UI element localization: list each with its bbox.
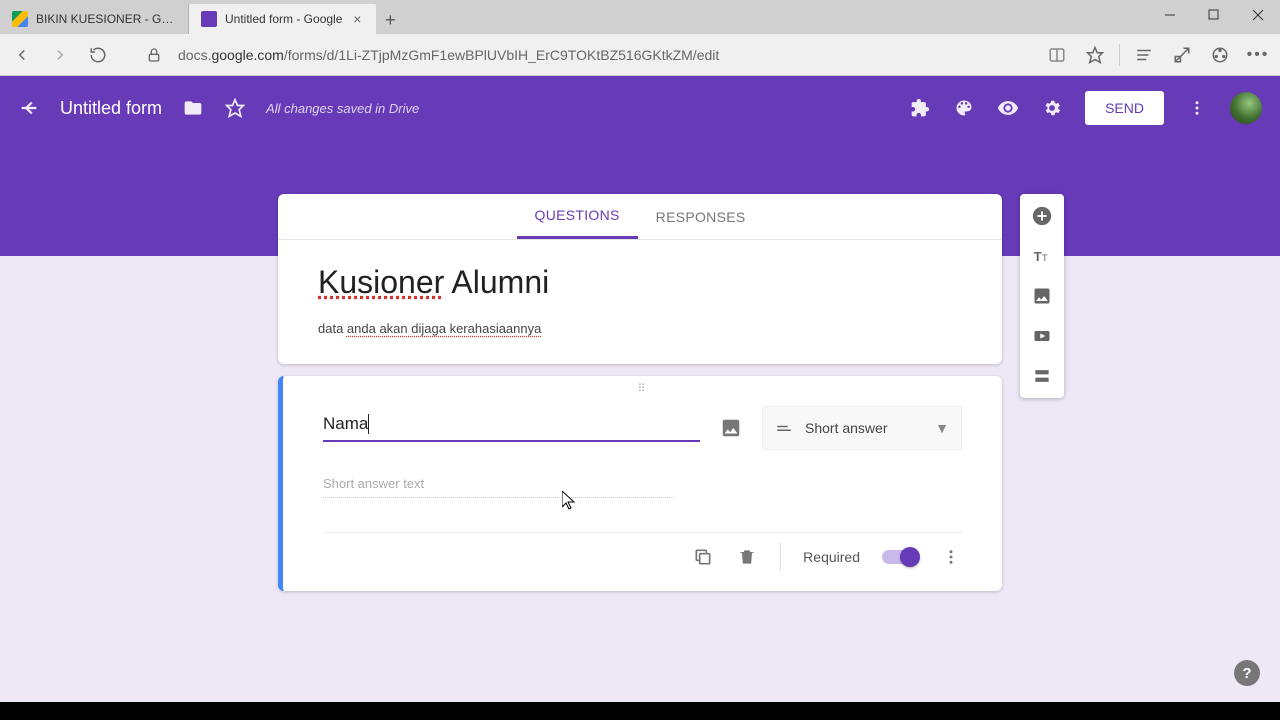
reading-view-icon[interactable] xyxy=(1043,41,1071,69)
question-footer: Required xyxy=(323,532,962,585)
url-field[interactable]: docs.google.com/forms/d/1Li-ZTjpMzGmF1ew… xyxy=(178,47,1033,63)
forms-app: Untitled form All changes saved in Drive… xyxy=(0,76,1280,702)
forms-icon xyxy=(201,11,217,27)
help-button[interactable]: ? xyxy=(1234,660,1260,686)
notes-icon[interactable] xyxy=(1168,41,1196,69)
url-prefix: docs. xyxy=(178,47,211,63)
browser-tab[interactable]: BIKIN KUESIONER - Google xyxy=(0,4,189,34)
star-icon[interactable] xyxy=(224,97,246,119)
account-avatar[interactable] xyxy=(1230,92,1262,124)
drive-icon xyxy=(12,11,28,27)
form-tabs: QUESTIONS RESPONSES xyxy=(278,194,1002,240)
tab-title: Untitled form - Google xyxy=(225,12,342,26)
nav-forward-button[interactable] xyxy=(46,41,74,69)
addons-icon[interactable] xyxy=(909,97,931,119)
svg-text:T: T xyxy=(1034,249,1042,264)
address-bar: docs.google.com/forms/d/1Li-ZTjpMzGmF1ew… xyxy=(0,34,1280,76)
question-title-input[interactable]: Nama xyxy=(323,414,700,443)
title-word: Alumni xyxy=(444,264,549,300)
required-toggle[interactable] xyxy=(882,550,918,564)
short-answer-icon xyxy=(775,419,793,437)
overflow-menu-icon[interactable] xyxy=(1186,97,1208,119)
save-status: All changes saved in Drive xyxy=(266,101,419,116)
url-host: google.com xyxy=(211,47,283,63)
forms-header: Untitled form All changes saved in Drive… xyxy=(0,76,1280,140)
browser-tab-strip: BIKIN KUESIONER - Google Untitled form -… xyxy=(0,0,1280,34)
hub-icon[interactable] xyxy=(1130,41,1158,69)
close-icon[interactable]: × xyxy=(350,12,364,26)
lock-icon[interactable] xyxy=(140,41,168,69)
duplicate-button[interactable] xyxy=(692,546,714,568)
favorite-icon[interactable] xyxy=(1081,41,1109,69)
answer-placeholder: Short answer text xyxy=(323,476,674,498)
add-section-button[interactable] xyxy=(1030,364,1054,388)
divider xyxy=(780,543,781,571)
more-icon[interactable]: ••• xyxy=(1244,41,1272,69)
add-title-button[interactable]: TT xyxy=(1030,244,1054,268)
required-label: Required xyxy=(803,549,860,565)
add-image-button[interactable] xyxy=(1030,284,1054,308)
tab-questions[interactable]: QUESTIONS xyxy=(517,194,638,239)
share-icon[interactable] xyxy=(1206,41,1234,69)
add-question-button[interactable] xyxy=(1030,204,1054,228)
close-window-button[interactable] xyxy=(1236,0,1280,30)
svg-text:T: T xyxy=(1042,253,1048,263)
form-header-card: QUESTIONS RESPONSES Kusioner Alumni data… xyxy=(278,194,1002,364)
question-type-label: Short answer xyxy=(805,420,887,436)
content-area: QUESTIONS RESPONSES Kusioner Alumni data… xyxy=(0,256,1280,702)
question-card[interactable]: ⠿ Nama Short answer ▼ xyxy=(278,376,1002,591)
browser-tab-active[interactable]: Untitled form - Google × xyxy=(189,4,376,34)
url-path: /forms/d/1Li-ZTjpMzGmF1ewBPlUVbIH_ErC9TO… xyxy=(284,47,719,63)
question-menu-icon[interactable] xyxy=(940,546,962,568)
reload-button[interactable] xyxy=(84,41,112,69)
title-word: Kusioner xyxy=(318,264,444,300)
add-video-button[interactable] xyxy=(1030,324,1054,348)
desc-text: data xyxy=(318,321,347,336)
theme-icon[interactable] xyxy=(953,97,975,119)
new-tab-button[interactable]: + xyxy=(376,6,404,34)
window-controls xyxy=(1148,0,1280,34)
preview-icon[interactable] xyxy=(997,97,1019,119)
floating-toolbar: TT xyxy=(1020,194,1064,398)
form-description-input[interactable]: data anda akan dijaga kerahasiaannya xyxy=(318,321,962,336)
send-button[interactable]: SEND xyxy=(1085,91,1164,125)
minimize-button[interactable] xyxy=(1148,0,1192,30)
back-to-docs-button[interactable] xyxy=(18,97,40,119)
question-type-select[interactable]: Short answer ▼ xyxy=(762,406,962,450)
desc-text: anda akan dijaga kerahasiaannya xyxy=(347,321,541,336)
drag-handle-icon[interactable]: ⠿ xyxy=(637,382,647,395)
tab-title: BIKIN KUESIONER - Google xyxy=(36,12,176,26)
text-caret xyxy=(368,414,369,434)
form-title-input[interactable]: Kusioner Alumni xyxy=(318,264,962,301)
move-to-folder-icon[interactable] xyxy=(182,97,204,119)
tab-responses[interactable]: RESPONSES xyxy=(638,194,764,239)
nav-back-button[interactable] xyxy=(8,41,36,69)
maximize-button[interactable] xyxy=(1192,0,1236,30)
question-title-text: Nama xyxy=(323,414,368,433)
form-name[interactable]: Untitled form xyxy=(60,98,162,119)
delete-button[interactable] xyxy=(736,546,758,568)
settings-icon[interactable] xyxy=(1041,97,1063,119)
add-image-icon[interactable] xyxy=(718,415,744,441)
chevron-down-icon: ▼ xyxy=(935,420,949,436)
